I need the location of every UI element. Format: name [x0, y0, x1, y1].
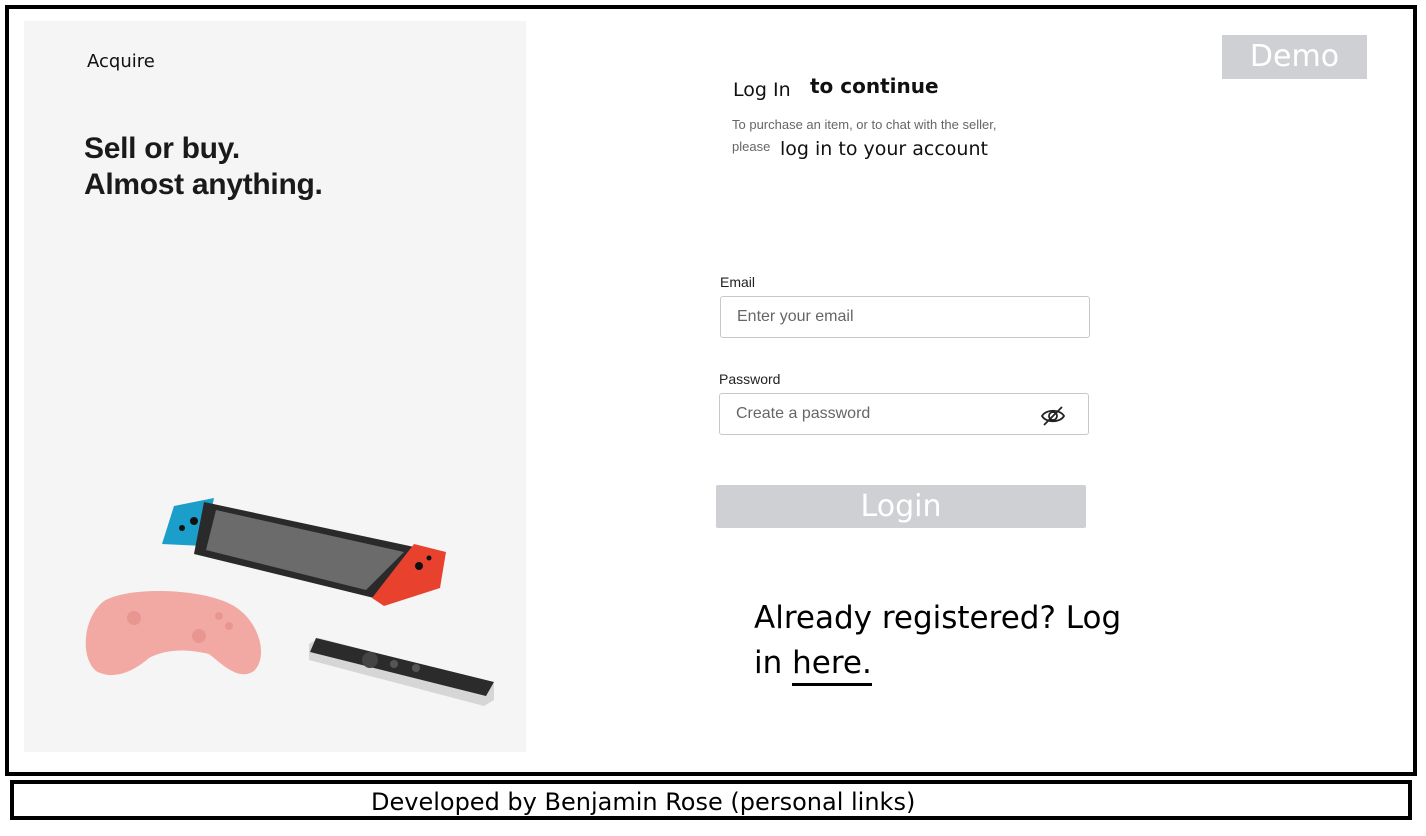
login-title-suffix: to continue	[810, 74, 939, 98]
controller-image	[85, 590, 262, 676]
login-subtitle-link: log in to your account	[780, 138, 988, 160]
login-here-link[interactable]: here.	[792, 645, 872, 686]
eye-off-icon[interactable]	[1040, 403, 1066, 429]
hero-line-1: Sell or buy.	[84, 132, 240, 165]
game-console-image	[162, 498, 446, 606]
hero-panel: Acquire Sell or buy. Almost anything.	[24, 21, 526, 752]
footer-text[interactable]: Developed by Benjamin Rose (personal lin…	[371, 788, 915, 816]
login-subtitle: To purchase an item, or to chat with the…	[732, 117, 997, 132]
hero-line-2: Almost anything.	[84, 168, 323, 201]
password-field[interactable]	[719, 393, 1089, 435]
hero-heading: Sell or buy. Almost anything.	[84, 131, 323, 203]
login-subtitle-please: please	[732, 139, 771, 154]
email-field[interactable]	[720, 296, 1090, 338]
brand-logo[interactable]: Acquire	[87, 51, 155, 72]
products-illustration	[85, 498, 494, 706]
login-title: Log In	[733, 79, 791, 101]
login-button[interactable]: Login	[716, 485, 1086, 528]
demo-button[interactable]: Demo	[1222, 35, 1367, 79]
footer: Developed by Benjamin Rose (personal lin…	[10, 780, 1412, 820]
remote-image	[309, 638, 494, 706]
password-label: Password	[719, 371, 781, 387]
already-registered-text: Already registered? Log in here.	[754, 596, 1134, 686]
email-label: Email	[720, 274, 756, 290]
